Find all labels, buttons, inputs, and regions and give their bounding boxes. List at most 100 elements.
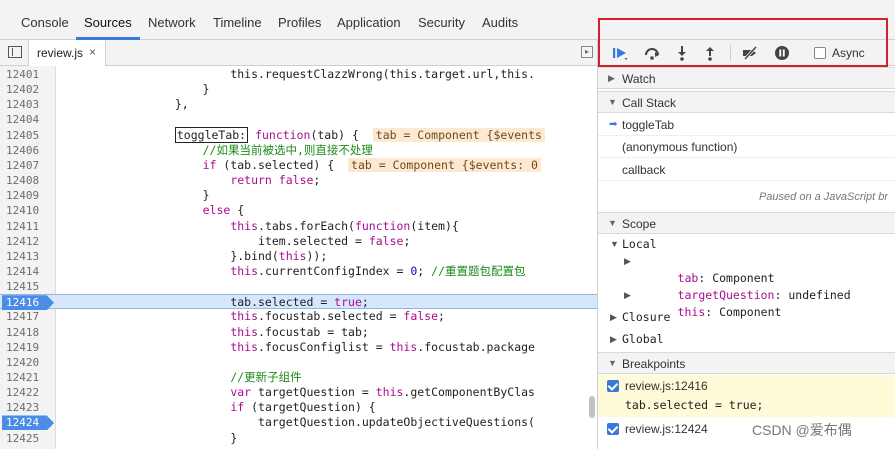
code-token: //重置题包配置包 xyxy=(431,263,526,278)
tab-security[interactable]: Security xyxy=(418,15,465,30)
line-number[interactable]: 12424 xyxy=(6,415,52,430)
code-line[interactable]: 12401 this.requestClazzWrong(this.target.… xyxy=(0,67,597,82)
breakpoint-item-active[interactable]: review.js:12416 tab.selected = true; xyxy=(598,375,895,417)
inline-value-preview: tab = Component {$events: 0 xyxy=(348,157,541,172)
line-number[interactable]: 12417 xyxy=(6,309,52,324)
code-line[interactable]: 12407 if (tab.selected) { tab = Component… xyxy=(0,157,597,173)
code-line[interactable]: 12414 this.currentConfigIndex = 0; //重置题包… xyxy=(0,264,597,279)
code-line[interactable]: 12418 this.focustab = tab; xyxy=(0,325,597,340)
line-number[interactable]: 12415 xyxy=(6,279,52,294)
tab-profiles[interactable]: Profiles xyxy=(278,15,321,30)
code-line[interactable]: 12420 xyxy=(0,355,597,370)
line-number[interactable]: 12422 xyxy=(6,385,52,400)
scope-variable-tab[interactable]: ▶ tab: Component xyxy=(598,253,895,285)
call-frame[interactable]: (anonymous function) xyxy=(598,136,895,158)
line-number[interactable]: 12407 xyxy=(6,158,52,173)
code-line[interactable]: 12424 targetQuestion.updateObjectiveQuest… xyxy=(0,415,597,431)
code-token: ; xyxy=(403,233,411,248)
code-text: if (tab.selected) { tab = Component {$ev… xyxy=(202,157,541,173)
code-line[interactable]: 12411 this.tabs.forEach(function(item){ xyxy=(0,219,597,234)
line-number[interactable]: 12410 xyxy=(6,203,52,218)
call-frame[interactable]: callback xyxy=(598,159,895,181)
code-line[interactable]: 12409} xyxy=(0,188,597,203)
tab-audits[interactable]: Audits xyxy=(482,15,518,30)
code-token: ; xyxy=(417,263,432,278)
code-text: var targetQuestion = this.getComponentBy… xyxy=(230,385,535,400)
scope-closure[interactable]: ▶ Closure xyxy=(598,309,895,326)
line-number[interactable]: 12409 xyxy=(6,188,52,203)
scope-global[interactable]: ▶ Global xyxy=(598,331,895,348)
line-number[interactable]: 12412 xyxy=(6,234,52,249)
scope-variable-this[interactable]: ▶ this: Component xyxy=(598,287,895,319)
breakpoint-location: review.js:12424 xyxy=(625,422,708,436)
scope-local[interactable]: ▼ Local xyxy=(598,236,895,253)
close-icon[interactable]: × xyxy=(89,45,96,59)
code-line[interactable]: 12417 this.focustab.selected = false; xyxy=(0,309,597,324)
code-line[interactable]: 12403}, xyxy=(0,97,597,112)
code-line-current[interactable]: 12416 tab.selected = true; xyxy=(0,294,597,311)
code-line[interactable]: 12413}.bind(this)); xyxy=(0,249,597,264)
code-editor[interactable]: 12401 this.requestClazzWrong(this.target.… xyxy=(0,66,597,449)
code-line[interactable]: 12402} xyxy=(0,82,597,97)
code-token: true xyxy=(334,295,362,310)
call-stack-section-header[interactable]: ▼ Call Stack xyxy=(598,91,895,113)
line-number[interactable]: 12418 xyxy=(6,325,52,340)
code-line[interactable]: 12415 xyxy=(0,279,597,294)
code-line[interactable]: 12421 //更新子组件 xyxy=(0,370,597,385)
code-line[interactable]: 12405 toggleTab: function(tab) { tab = Co… xyxy=(0,126,597,143)
line-number[interactable]: 12401 xyxy=(6,67,52,82)
code-token: targetQuestion.updateObjectiveQuestions( xyxy=(258,415,535,430)
code-line[interactable]: 12408 return false; xyxy=(0,173,597,188)
line-number[interactable]: 12402 xyxy=(6,82,52,97)
line-number[interactable]: 12411 xyxy=(6,219,52,234)
code-token: .getComponentByClas xyxy=(403,385,535,400)
tab-application[interactable]: Application xyxy=(337,15,401,30)
debugger-pane-toggle-icon[interactable]: ▸ xyxy=(581,46,593,58)
line-number[interactable]: 12405 xyxy=(6,128,52,143)
breakpoint-checkbox[interactable] xyxy=(607,380,619,392)
code-token: .tabs.forEach( xyxy=(258,218,355,233)
code-line[interactable]: 12410 else { xyxy=(0,203,597,218)
code-line[interactable]: 12419 this.focusConfiglist = this.focusta… xyxy=(0,340,597,355)
line-number[interactable]: 12404 xyxy=(6,112,52,127)
editor-scrollbar-thumb[interactable] xyxy=(589,396,595,418)
tab-console[interactable]: Console xyxy=(21,15,69,30)
line-number[interactable]: 12425 xyxy=(6,431,52,446)
scope-variable-targetquestion[interactable]: targetQuestion: undefined xyxy=(598,270,895,302)
code-line[interactable]: 12406 //如果当前被选中,则直接不处理 xyxy=(0,143,597,158)
code-token: (targetQuestion) { xyxy=(244,400,376,415)
line-number[interactable]: 12416 xyxy=(6,295,52,310)
line-number[interactable]: 12421 xyxy=(6,370,52,385)
line-number[interactable]: 12406 xyxy=(6,143,52,158)
watch-section-header[interactable]: ▶ Watch xyxy=(598,67,895,89)
scope-section-header[interactable]: ▼ Scope xyxy=(598,212,895,234)
line-number[interactable]: 12414 xyxy=(6,264,52,279)
breakpoint-checkbox[interactable] xyxy=(607,423,619,435)
tab-timeline[interactable]: Timeline xyxy=(213,15,262,30)
collapsed-triangle-icon: ▶ xyxy=(608,73,615,83)
code-line[interactable]: 12404 xyxy=(0,112,597,127)
code-token: if xyxy=(202,157,217,172)
breakpoints-section-header[interactable]: ▼ Breakpoints xyxy=(598,352,895,374)
call-frame[interactable]: ➡ toggleTab xyxy=(598,114,895,136)
code-token: tab.selected = xyxy=(230,295,335,310)
tab-network[interactable]: Network xyxy=(148,15,196,30)
file-tab-review-js[interactable]: review.js × xyxy=(28,40,106,66)
code-text: else { xyxy=(203,203,245,218)
line-number[interactable]: 12420 xyxy=(6,355,52,370)
line-number[interactable]: 12403 xyxy=(6,97,52,112)
breakpoint-code: tab.selected = true; xyxy=(625,398,764,412)
code-line[interactable]: 12423 if (targetQuestion) { xyxy=(0,400,597,415)
navigator-toggle-icon[interactable] xyxy=(8,46,22,58)
line-number[interactable]: 12419 xyxy=(6,340,52,355)
line-number[interactable]: 12408 xyxy=(6,173,52,188)
code-line[interactable]: 12412 item.selected = false; xyxy=(0,234,597,249)
line-number[interactable]: 12423 xyxy=(6,400,52,415)
debugger-sidebar: Async ▶ Watch ▼ Call Stack ➡ toggleTab (… xyxy=(597,40,895,449)
code-line[interactable]: 12425} xyxy=(0,431,597,446)
code-line[interactable]: 12422 var targetQuestion = this.getCompon… xyxy=(0,385,597,400)
code-token: ; xyxy=(313,173,321,188)
tab-sources[interactable]: Sources xyxy=(84,15,132,30)
code-token: this xyxy=(230,309,259,324)
line-number[interactable]: 12413 xyxy=(6,249,52,264)
